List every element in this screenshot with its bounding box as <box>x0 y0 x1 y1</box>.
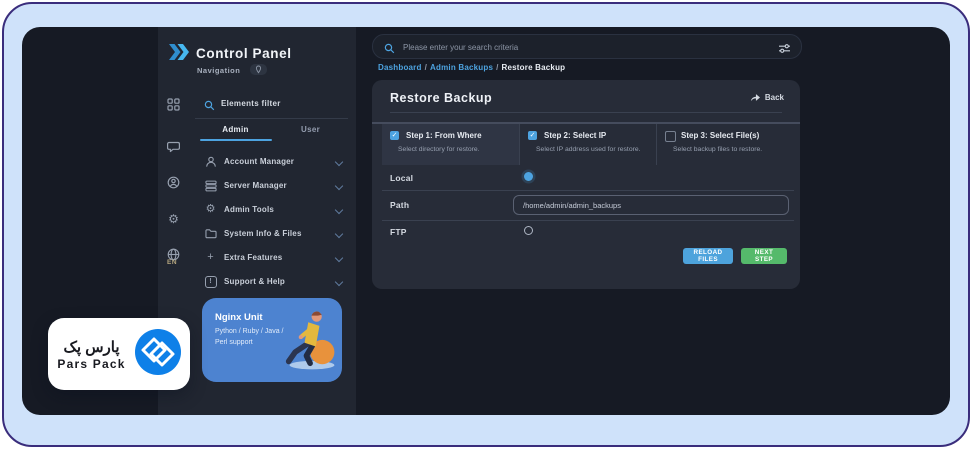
nginx-unit-promo-card[interactable]: Nginx Unit Python / Ruby / Java / Perl s… <box>202 298 342 382</box>
app-title: Control Panel <box>196 46 292 61</box>
sidebar-item-account-manager[interactable]: Account Manager <box>198 152 348 174</box>
sidebar-item-support-help[interactable]: ! Support & Help <box>198 272 348 294</box>
sidebar-item-extra-features[interactable]: + Extra Features <box>198 248 348 270</box>
chevron-down-icon <box>334 181 344 191</box>
divider <box>382 220 794 221</box>
help-icon: ! <box>204 275 217 288</box>
app-subtitle: Navigation <box>197 66 241 75</box>
tab-user[interactable]: User <box>273 125 348 134</box>
active-tab-underline <box>200 139 272 141</box>
search-icon <box>384 41 395 59</box>
path-label: Path <box>390 200 410 210</box>
sidebar-item-system-info-files[interactable]: System Info & Files <box>198 224 348 246</box>
breadcrumb-current: Restore Backup <box>501 63 566 72</box>
sidebar-item-server-manager[interactable]: Server Manager <box>198 176 348 198</box>
breadcrumb-admin-backups[interactable]: Admin Backups <box>430 63 493 72</box>
double-chevron-icon <box>169 44 189 60</box>
directadmin-logo-icon[interactable] <box>168 44 190 65</box>
step-1-checkbox[interactable]: ✓ <box>390 131 399 140</box>
language-label[interactable]: EN <box>167 259 177 266</box>
chevron-down-icon <box>334 277 344 287</box>
screenshot-root: Control Panel Navigation ⚙ EN Elements f… <box>0 0 972 449</box>
global-search-bar <box>372 34 802 59</box>
breadcrumb-separator: / <box>424 63 428 72</box>
chevron-down-icon <box>334 229 344 239</box>
ftp-radio[interactable] <box>524 226 533 235</box>
parspack-logo-icon <box>134 328 181 380</box>
step-1-cell[interactable]: ✓ Step 1: From Where Select directory fo… <box>382 124 519 165</box>
user-circle-icon[interactable] <box>166 175 181 190</box>
server-icon <box>204 179 217 192</box>
local-label: Local <box>390 173 414 183</box>
plus-icon: + <box>207 251 214 263</box>
parspack-farsi-label: پارس پک <box>63 338 120 356</box>
parspack-latin-label: Pars Pack <box>57 356 126 371</box>
step-2-checkbox[interactable]: ✓ <box>528 131 537 140</box>
search-input[interactable] <box>401 37 735 57</box>
next-step-button[interactable]: NEXT STEP <box>741 248 787 264</box>
path-input[interactable] <box>513 195 789 215</box>
step-3-cell[interactable]: Step 3: Select File(s) Select backup fil… <box>656 124 795 165</box>
breadcrumb-dashboard[interactable]: Dashboard <box>378 63 422 72</box>
tab-admin[interactable]: Admin <box>198 125 273 134</box>
back-button[interactable]: Back <box>750 93 784 102</box>
gear-icon[interactable]: ⚙ <box>166 211 181 226</box>
promo-subtitle: Python / Ruby / Java / Perl support <box>215 328 284 346</box>
chevron-down-icon <box>334 253 344 263</box>
user-icon <box>204 155 217 168</box>
folder-icon <box>204 227 217 240</box>
breadcrumb: Dashboard / Admin Backups / Restore Backup <box>378 63 565 72</box>
step-2-cell[interactable]: ✓ Step 2: Select IP Select IP address us… <box>519 124 657 165</box>
parspack-brand-text: پارس پک Pars Pack <box>57 338 125 371</box>
divider <box>195 118 348 119</box>
chevron-down-icon <box>334 205 344 215</box>
filter-sliders-icon[interactable] <box>778 41 791 59</box>
breadcrumb-separator: / <box>496 63 499 72</box>
restore-backup-card: Restore Backup Back ✓ Step 1: From Where… <box>372 80 800 289</box>
divider <box>382 190 794 191</box>
pin-toggle[interactable] <box>250 64 267 75</box>
local-radio[interactable] <box>524 172 533 181</box>
sidebar-item-admin-tools[interactable]: ⚙ Admin Tools <box>198 200 348 222</box>
apps-grid-icon[interactable] <box>166 97 181 112</box>
reload-files-button[interactable]: RELOAD FILES <box>683 248 733 264</box>
page-title: Restore Backup <box>390 91 493 105</box>
tools-icon: ⚙ <box>205 203 216 215</box>
elements-filter-input[interactable]: Elements filter <box>221 99 281 108</box>
divider <box>390 112 782 113</box>
chat-icon[interactable] <box>166 139 181 154</box>
ftp-label: FTP <box>390 227 407 237</box>
pin-icon <box>255 65 262 74</box>
step-3-checkbox[interactable] <box>665 131 676 142</box>
back-arrow-icon <box>750 94 760 102</box>
promo-title: Nginx Unit <box>215 312 263 323</box>
parspack-watermark: پارس پک Pars Pack <box>48 318 190 390</box>
nginx-illustration <box>284 305 340 378</box>
chevron-down-icon <box>334 157 344 167</box>
search-icon <box>204 98 215 116</box>
